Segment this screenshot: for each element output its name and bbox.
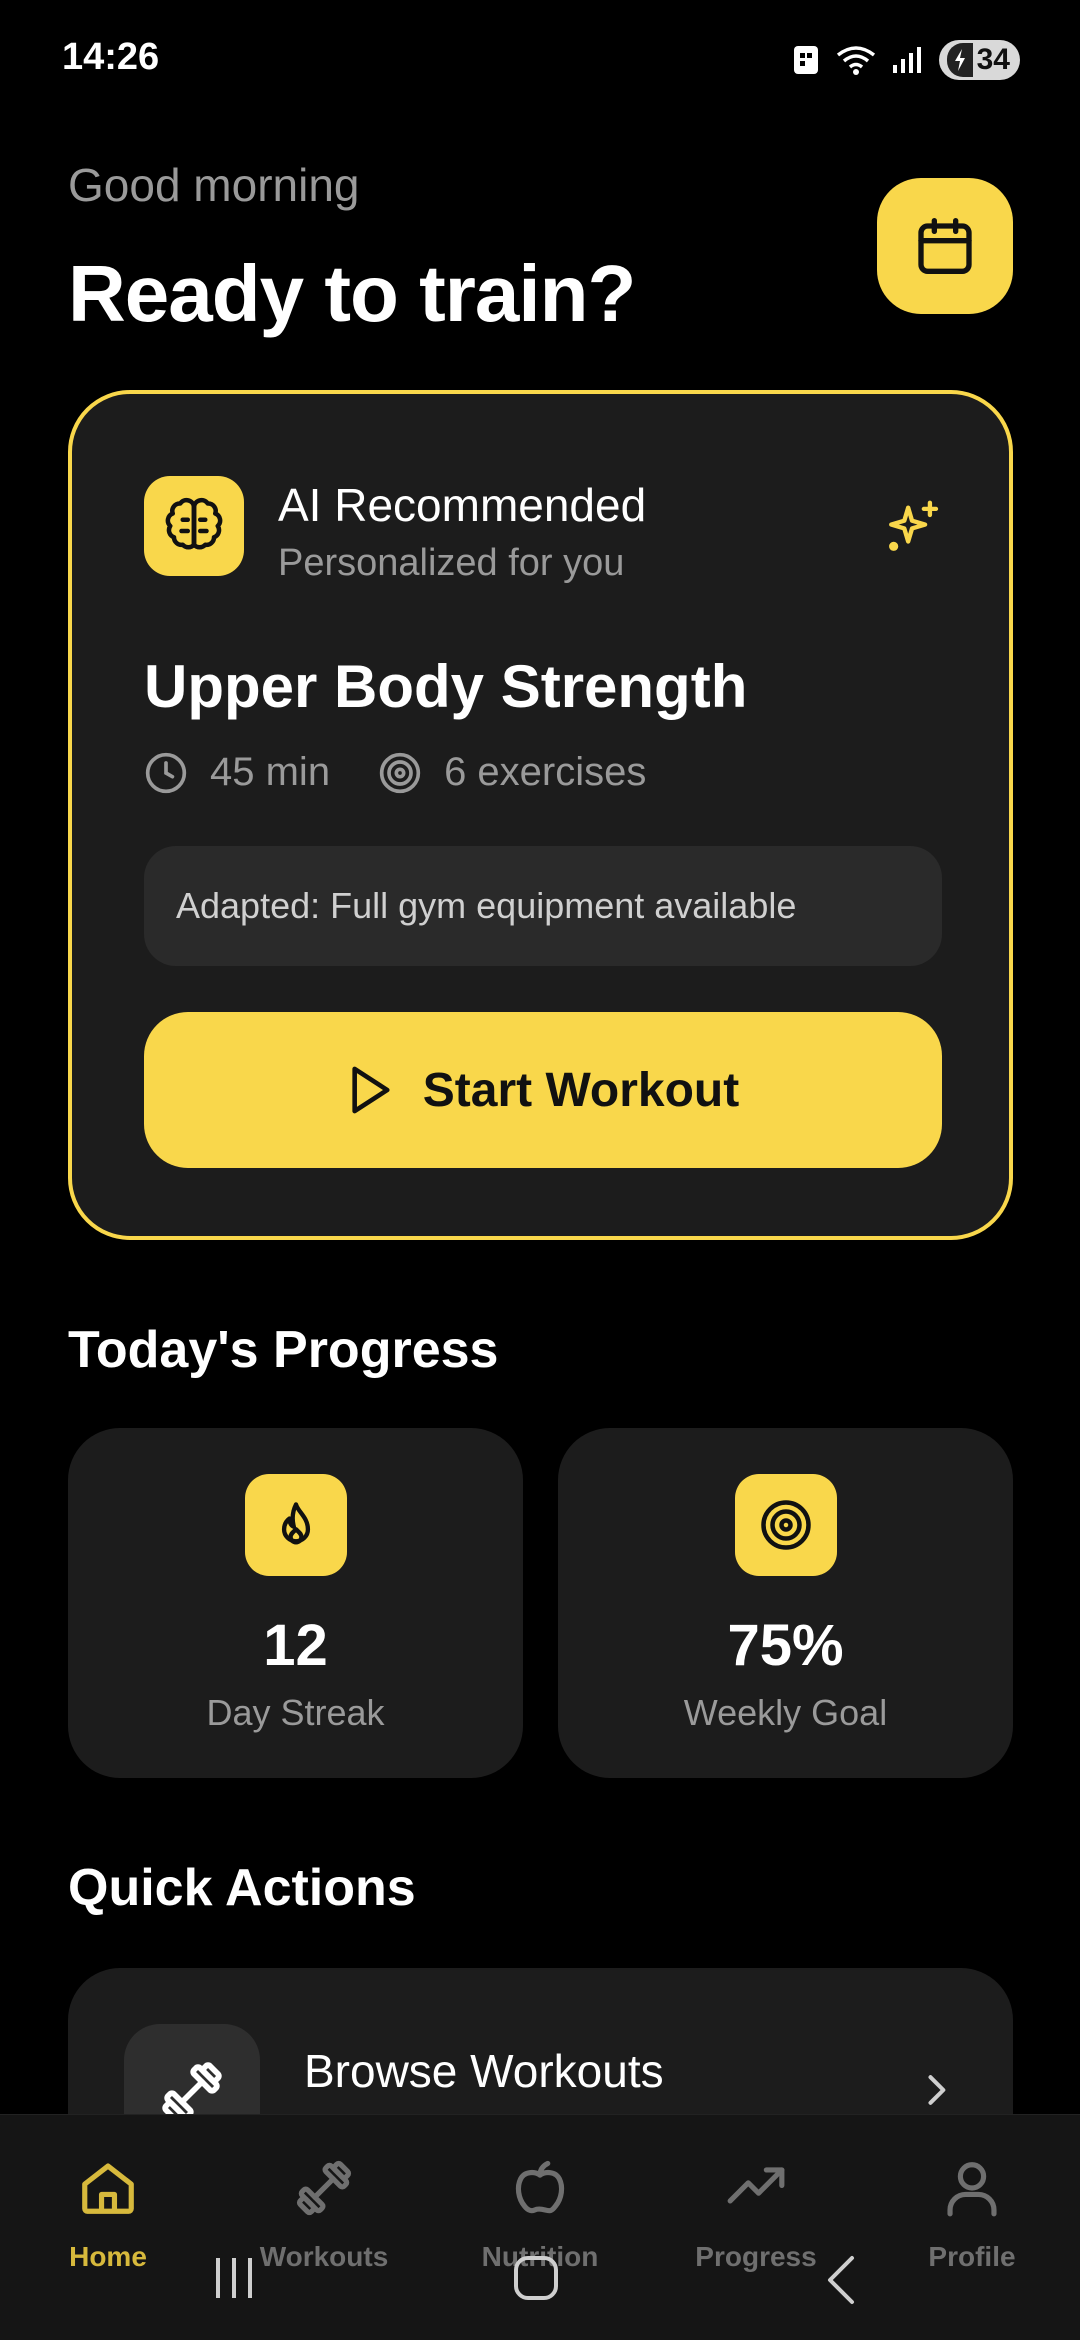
dumbbell-icon — [296, 2160, 352, 2216]
goal-label: Weekly Goal — [683, 1692, 888, 1733]
chevron-right-icon — [928, 2075, 946, 2105]
status-time: 14:26 — [62, 36, 160, 78]
duration-meta: 45 min — [144, 750, 330, 795]
brain-icon — [165, 497, 223, 550]
back-button[interactable] — [822, 2254, 858, 2306]
goal-value: 75% — [727, 1613, 844, 1678]
streak-label: Day Streak — [206, 1692, 385, 1733]
target-icon — [379, 752, 421, 793]
ai-card-subtitle: Personalized for you — [278, 542, 625, 584]
clock-icon — [145, 752, 187, 793]
ai-recommendation-card[interactable]: AI Recommended Personalized for you Uppe… — [68, 390, 1013, 1240]
user-icon — [947, 2162, 997, 2217]
streak-card: 12 Day Streak — [68, 1428, 523, 1778]
flame-icon — [281, 1502, 310, 1545]
signal-icon — [892, 47, 921, 73]
target-icon — [760, 1500, 811, 1550]
status-icons: 34 — [791, 38, 1020, 82]
exercises-meta: 6 exercises — [378, 750, 646, 795]
apple-icon — [515, 2160, 565, 2214]
battery-level: 34 — [976, 43, 1010, 76]
play-icon — [352, 1066, 390, 1114]
home-icon — [82, 2163, 134, 2214]
calendar-icon — [918, 218, 972, 274]
ai-card-title: AI Recommended — [278, 479, 647, 531]
trending-up-icon — [727, 2167, 785, 2204]
adaptation-note: Adapted: Full gym equipment available — [144, 846, 942, 966]
status-bar: 14:26 34 — [0, 0, 1080, 120]
workout-meta: 45 min 6 exercises — [144, 750, 646, 795]
sparkle-icon — [889, 500, 939, 551]
notification-icon — [793, 46, 818, 74]
battery-indicator: 34 — [938, 40, 1020, 80]
streak-badge — [244, 1474, 347, 1576]
streak-value: 12 — [263, 1613, 328, 1678]
start-workout-label: Start Workout — [422, 1063, 740, 1117]
start-workout-button[interactable]: Start Workout — [144, 1012, 942, 1168]
charging-icon — [946, 43, 973, 77]
exercise-count: 6 exercises — [444, 750, 647, 794]
brain-badge — [144, 476, 244, 576]
goal-badge — [734, 1474, 837, 1576]
calendar-button[interactable] — [877, 178, 1013, 314]
workout-duration: 45 min — [210, 750, 331, 794]
page-title: Ready to train? — [68, 249, 636, 338]
greeting: Good morning — [68, 159, 360, 211]
progress-section-title: Today's Progress — [68, 1321, 499, 1379]
workout-name: Upper Body Strength — [144, 653, 748, 720]
weekly-goal-card: 75% Weekly Goal — [558, 1428, 1013, 1778]
recent-apps-button[interactable] — [212, 2254, 256, 2302]
home-system-button[interactable] — [512, 2254, 560, 2302]
browse-workouts-label: Browse Workouts — [304, 2045, 664, 2097]
system-navigation-bar — [0, 2220, 1080, 2340]
wifi-icon — [836, 46, 875, 75]
quick-actions-title: Quick Actions — [68, 1859, 416, 1917]
